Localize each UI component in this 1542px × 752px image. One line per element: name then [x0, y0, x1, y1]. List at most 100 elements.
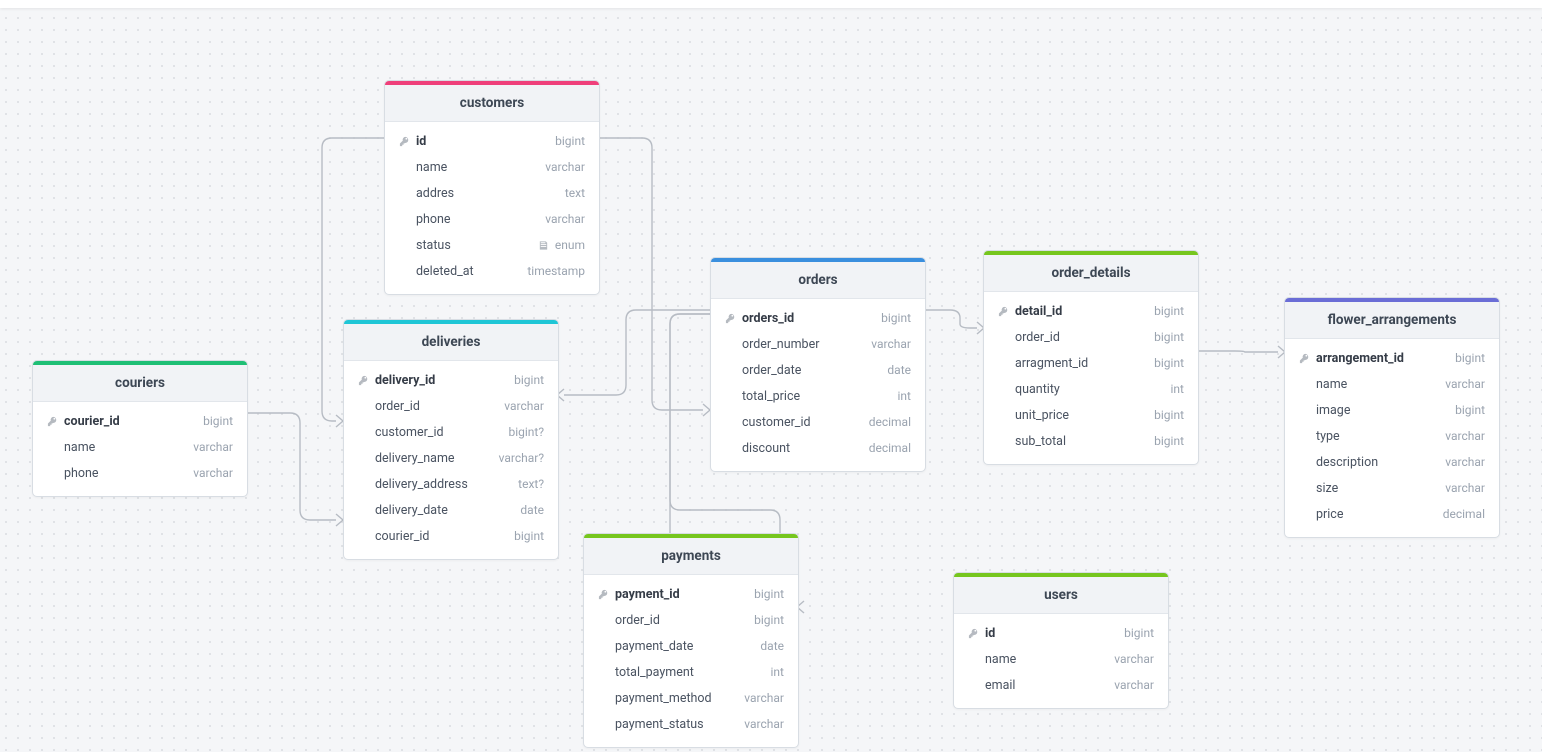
- table-title[interactable]: customers: [385, 85, 599, 122]
- field-row[interactable]: phone varchar: [33, 460, 247, 486]
- field-type: bigint: [514, 373, 544, 387]
- table-title[interactable]: deliveries: [344, 324, 558, 361]
- field-row[interactable]: statusenum: [385, 232, 599, 258]
- table-title[interactable]: payments: [584, 538, 798, 575]
- field-left: name: [47, 440, 95, 455]
- field-row[interactable]: courier_idbigint: [344, 523, 558, 549]
- field-left: phone: [47, 466, 99, 481]
- field-row[interactable]: namevarchar: [1285, 371, 1499, 397]
- field-right: timestamp: [527, 264, 585, 278]
- field-type: bigint: [1154, 330, 1184, 344]
- field-name: phone: [416, 212, 451, 227]
- table-order_details[interactable]: order_detailsdetail_idbigintorder_idbigi…: [983, 250, 1199, 465]
- table-couriers[interactable]: courierscourier_idbigintnamevarcharphone…: [32, 360, 248, 497]
- field-row[interactable]: imagebigint: [1285, 397, 1499, 423]
- field-name: order_number: [742, 337, 819, 352]
- field-row[interactable]: arrangement_id bigint: [1285, 345, 1499, 371]
- field-row[interactable]: payment_statusvarchar: [584, 711, 798, 737]
- field-left: discount: [725, 441, 790, 456]
- field-type: varchar: [193, 466, 233, 480]
- field-row[interactable]: sub_totalbigint: [984, 428, 1198, 454]
- field-row[interactable]: delivery_namevarchar?: [344, 445, 558, 471]
- table-deliveries[interactable]: deliveriesdelivery_idbigintorder_idvarch…: [343, 319, 559, 560]
- field-name: customer_id: [375, 425, 444, 440]
- table-title[interactable]: users: [954, 577, 1168, 614]
- field-right: varchar: [1445, 455, 1485, 469]
- field-row[interactable]: customer_idbigint?: [344, 419, 558, 445]
- field-row[interactable]: arragment_idbigint: [984, 350, 1198, 376]
- field-right: varchar: [1445, 377, 1485, 391]
- table-flower_arrangements[interactable]: flower_arrangements arrangement_id bigint n…: [1284, 297, 1500, 538]
- field-row[interactable]: deleted_at timestamp: [385, 258, 599, 284]
- field-row[interactable]: order_idbigint: [584, 607, 798, 633]
- field-left: detail_id: [998, 304, 1062, 319]
- field-left: customer_id: [725, 415, 811, 430]
- field-left: id: [968, 626, 995, 641]
- table-customers[interactable]: customersidbigintnamevarcharaddrestextph…: [384, 80, 600, 295]
- table-orders[interactable]: orders orders_idbigintorder_numbervarchar…: [710, 257, 926, 472]
- field-type: varchar: [1445, 429, 1485, 443]
- field-row[interactable]: payment_datedate: [584, 633, 798, 659]
- field-row[interactable]: addrestext: [385, 180, 599, 206]
- field-row[interactable]: total_priceint: [711, 383, 925, 409]
- field-row[interactable]: typevarchar: [1285, 423, 1499, 449]
- field-left: deleted_at: [399, 264, 474, 279]
- field-name: arrangement_id: [1316, 351, 1404, 366]
- key-icon: [358, 375, 369, 386]
- field-type: bigint: [514, 529, 544, 543]
- field-row[interactable]: pricedecimal: [1285, 501, 1499, 527]
- field-row[interactable]: namevarchar: [385, 154, 599, 180]
- field-type: bigint: [203, 414, 233, 428]
- field-name: customer_id: [742, 415, 811, 430]
- field-row[interactable]: idbigint: [385, 128, 599, 154]
- field-type: bigint: [881, 311, 911, 325]
- table-users[interactable]: users id bigint namevarcharemailvarchar: [953, 572, 1169, 709]
- field-row[interactable]: delivery_datedate: [344, 497, 558, 523]
- field-row[interactable]: customer_iddecimal: [711, 409, 925, 435]
- field-row[interactable]: payment_idbigint: [584, 581, 798, 607]
- field-type: varchar: [545, 212, 585, 226]
- field-row[interactable]: order_numbervarchar: [711, 331, 925, 357]
- field-row[interactable]: phone varchar: [385, 206, 599, 232]
- field-type: varchar: [504, 399, 544, 413]
- table-title[interactable]: order_details: [984, 255, 1198, 292]
- field-row[interactable]: id bigint: [954, 620, 1168, 646]
- table-title[interactable]: orders: [711, 262, 925, 299]
- field-row[interactable]: delivery_addresstext?: [344, 471, 558, 497]
- field-row[interactable]: order_datedate: [711, 357, 925, 383]
- field-row[interactable]: sizevarchar: [1285, 475, 1499, 501]
- field-row[interactable]: order_idbigint: [984, 324, 1198, 350]
- field-row[interactable]: descriptionvarchar: [1285, 449, 1499, 475]
- field-row[interactable]: namevarchar: [33, 434, 247, 460]
- field-row[interactable]: unit_pricebigint: [984, 402, 1198, 428]
- field-left: delivery_id: [358, 373, 435, 388]
- field-row[interactable]: quantityint: [984, 376, 1198, 402]
- field-row[interactable]: total_paymentint: [584, 659, 798, 685]
- table-title[interactable]: flower_arrangements: [1285, 302, 1499, 339]
- field-type: bigint: [555, 134, 585, 148]
- field-type: decimal: [1443, 507, 1485, 521]
- table-rows: arrangement_id bigint namevarcharimagebigi…: [1285, 339, 1499, 537]
- field-type: bigint: [1455, 351, 1485, 365]
- table-rows: courier_id bigint namevarchar phone varchar: [33, 402, 247, 496]
- field-row[interactable]: discountdecimal: [711, 435, 925, 461]
- field-row[interactable]: order_idvarchar: [344, 393, 558, 419]
- table-title[interactable]: couriers: [33, 365, 247, 402]
- field-right: bigint: [514, 373, 544, 387]
- field-row[interactable]: namevarchar: [954, 646, 1168, 672]
- field-type: bigint: [1124, 626, 1154, 640]
- field-right: bigint: [881, 311, 911, 325]
- field-row[interactable]: delivery_id bigint: [344, 367, 558, 393]
- field-row[interactable]: courier_id bigint: [33, 408, 247, 434]
- table-payments[interactable]: paymentspayment_idbigintorder_idbigintpa…: [583, 533, 799, 748]
- field-row[interactable]: payment_methodvarchar: [584, 685, 798, 711]
- field-left: courier_id: [47, 414, 120, 429]
- field-right: bigint: [555, 134, 585, 148]
- field-row[interactable]: detail_idbigint: [984, 298, 1198, 324]
- field-row[interactable]: orders_idbigint: [711, 305, 925, 331]
- field-left: order_date: [725, 363, 801, 378]
- field-name: discount: [742, 441, 790, 456]
- field-right: bigint: [1154, 408, 1184, 422]
- field-row[interactable]: emailvarchar: [954, 672, 1168, 698]
- field-left: addres: [399, 186, 454, 201]
